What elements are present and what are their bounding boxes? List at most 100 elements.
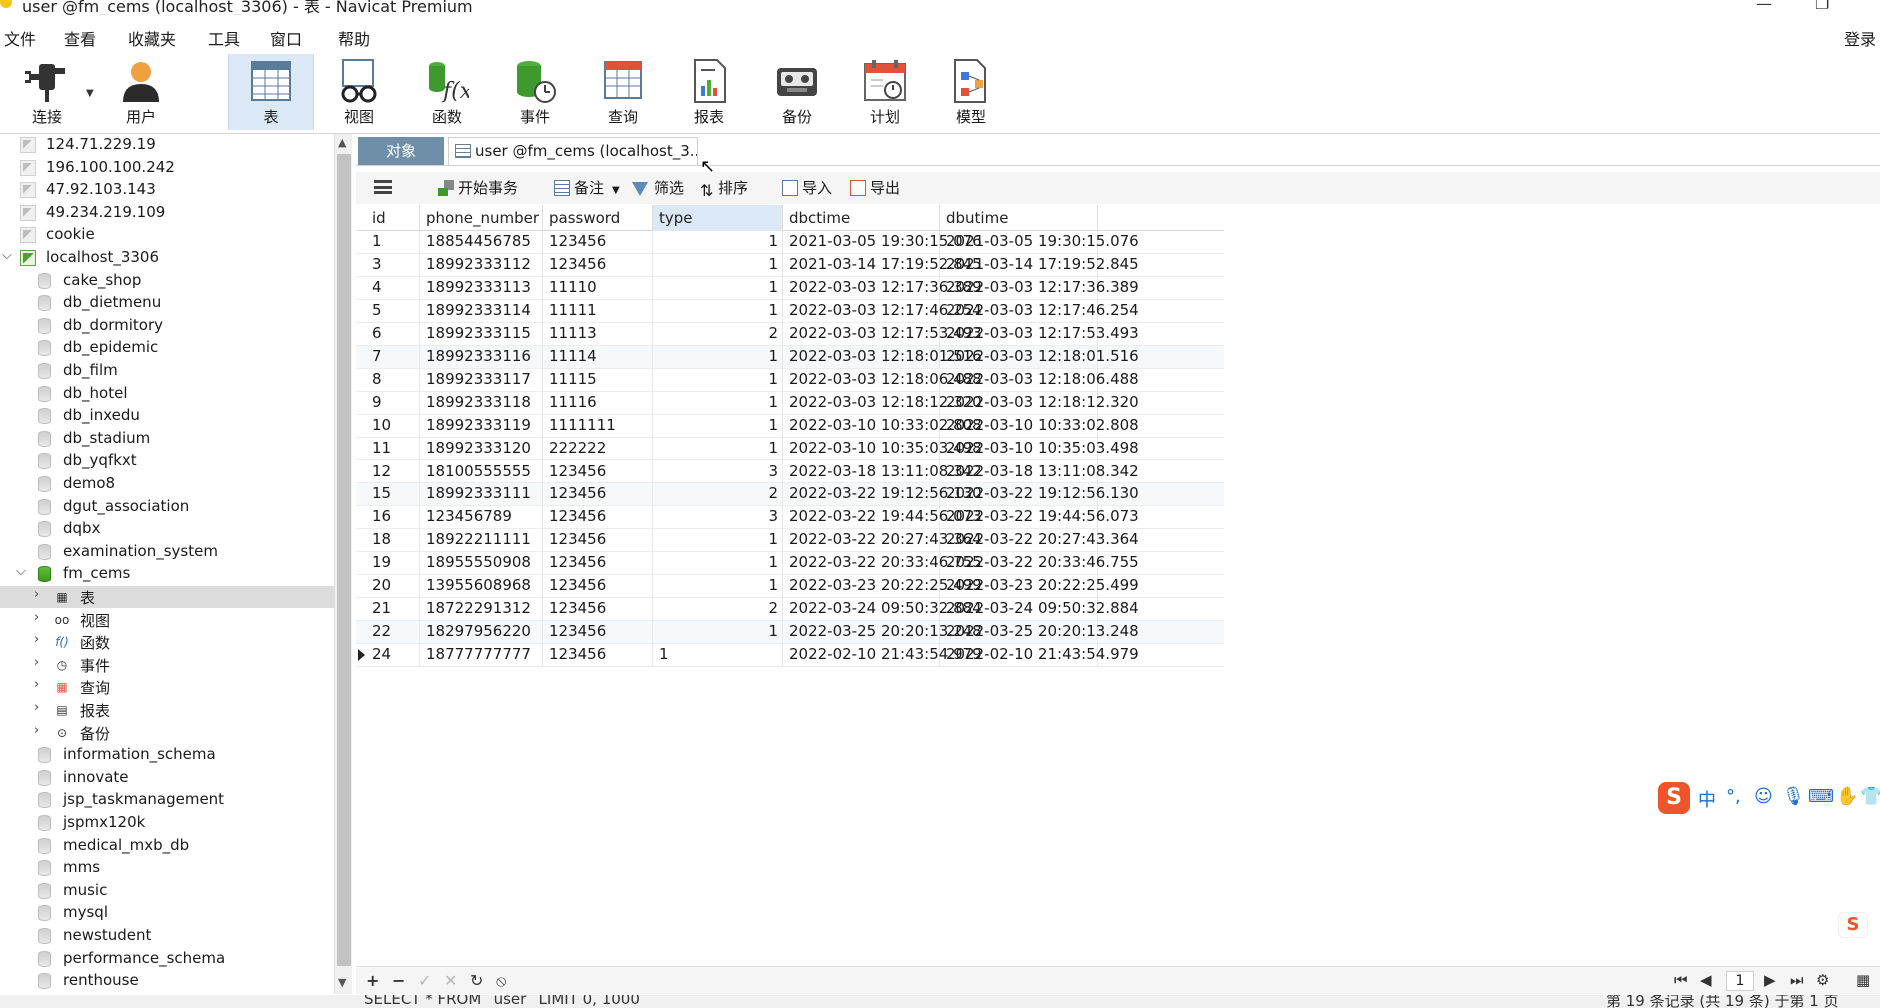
nav-db-innovate[interactable]: innovate <box>0 767 334 789</box>
nav-db-dgut-association[interactable]: dgut_association <box>0 496 334 518</box>
table-row[interactable]: 20 13955608968 123456 1 2022-03-23 20:22:25.… <box>356 575 1224 599</box>
cell-dbutime[interactable]: 2022-03-22 19:12:56.130 <box>940 483 1139 507</box>
cell-phone-number[interactable]: 18100555555 <box>420 460 543 484</box>
toolbar-backup-button[interactable]: 备份 <box>754 54 840 130</box>
cell-type[interactable]: 1 <box>653 345 783 369</box>
cell-id[interactable]: 20 <box>366 575 420 599</box>
cell-password[interactable]: 123456 <box>543 644 653 668</box>
nav-db-dietmenu[interactable]: db_dietmenu <box>0 292 334 314</box>
toolbar-table-button[interactable]: 表 <box>228 54 314 130</box>
cell-dbctime[interactable]: 2022-03-24 09:50:32.884 <box>783 598 982 622</box>
cell-password[interactable]: 11113 <box>543 322 653 346</box>
menu-favorites[interactable]: 收藏夹 <box>128 26 176 50</box>
cell-phone-number[interactable]: 18854456785 <box>420 231 543 254</box>
cell-type[interactable]: 1 <box>653 621 783 645</box>
table-row[interactable]: 22 18297956220 123456 1 2022-03-25 20:20:13.… <box>356 621 1224 645</box>
nav-child-tables[interactable]: › ▦ 表 <box>0 586 334 608</box>
expand-chevron-icon[interactable]: › <box>34 700 39 715</box>
import-button[interactable]: 导入 <box>782 176 832 200</box>
cell-password[interactable]: 11116 <box>543 391 653 415</box>
cell-id[interactable]: 22 <box>366 621 420 645</box>
table-row[interactable]: 5 18992333114 11111 1 2022-03-03 12:17:46.25… <box>356 299 1224 323</box>
cell-dbutime[interactable]: 2022-03-10 10:33:02.808 <box>940 414 1139 438</box>
nav-db-dqbx[interactable]: dqbx <box>0 518 334 540</box>
table-row[interactable]: 21 18722291312 123456 2 2022-03-24 09:50:32.… <box>356 598 1224 622</box>
toolbar-query-button[interactable]: 查询 <box>580 54 666 130</box>
nav-db-mms[interactable]: mms <box>0 857 334 879</box>
menu-help[interactable]: 帮助 <box>338 26 370 50</box>
cell-type[interactable]: 1 <box>653 414 783 438</box>
menu-view[interactable]: 查看 <box>64 26 96 50</box>
cell-id[interactable]: 19 <box>366 552 420 576</box>
cell-phone-number[interactable]: 18992333111 <box>420 483 543 507</box>
table-row[interactable]: 12 18100555555 123456 3 2022-03-18 13:11:08.… <box>356 460 1224 484</box>
cell-password[interactable]: 123456 <box>543 621 653 645</box>
toolbar-connect-button[interactable]: 连接 <box>4 54 90 130</box>
toolbar-user-button[interactable]: 用户 <box>98 54 184 130</box>
menu-hamburger-icon[interactable] <box>374 180 392 194</box>
cell-dbctime[interactable]: 2022-03-03 12:17:36.389 <box>783 276 982 300</box>
cell-type[interactable]: 2 <box>653 322 783 346</box>
cell-password[interactable]: 11111 <box>543 299 653 323</box>
nav-db-demo8[interactable]: demo8 <box>0 473 334 495</box>
cell-dbctime[interactable]: 2022-03-03 12:17:53.493 <box>783 322 982 346</box>
cell-dbctime[interactable]: 2021-03-14 17:19:52.845 <box>783 253 982 277</box>
cell-phone-number[interactable]: 18297956220 <box>420 621 543 645</box>
nav-connection-124-71-229-19[interactable]: 124.71.229.19 <box>0 134 334 156</box>
page-number-input[interactable]: 1 <box>1726 971 1754 991</box>
cell-id[interactable]: 4 <box>366 276 420 300</box>
sort-button[interactable]: ⇅ 排序 <box>700 176 748 200</box>
cell-id[interactable]: 8 <box>366 368 420 392</box>
cell-dbctime[interactable]: 2022-03-22 20:33:46.755 <box>783 552 982 576</box>
delete-record-button[interactable]: − <box>392 971 405 990</box>
nav-db-newstudent[interactable]: newstudent <box>0 925 334 947</box>
toolbar-model-button[interactable]: 模型 <box>928 54 1014 130</box>
apply-changes-button[interactable]: ✓ <box>418 971 431 990</box>
cell-dbctime[interactable]: 2022-03-03 12:18:01.516 <box>783 345 982 369</box>
cell-dbctime[interactable]: 2022-03-25 20:20:13.248 <box>783 621 982 645</box>
cell-phone-number[interactable]: 123456789 <box>420 506 543 530</box>
cell-id[interactable]: 10 <box>366 414 420 438</box>
cell-type[interactable]: 3 <box>653 506 783 530</box>
cell-dbctime[interactable]: 2022-03-03 12:17:46.254 <box>783 299 982 323</box>
cell-type[interactable]: 2 <box>653 598 783 622</box>
discard-changes-button[interactable]: ✕ <box>444 971 457 990</box>
column-header-dbutime[interactable]: dbutime <box>940 205 1098 231</box>
menu-tools[interactable]: 工具 <box>208 26 240 50</box>
next-page-icon[interactable]: ▶ <box>1764 971 1776 989</box>
nav-db-information-schema[interactable]: information_schema <box>0 744 334 766</box>
grid-view-icon[interactable]: ▦ <box>1856 971 1870 989</box>
cell-id[interactable]: 16 <box>366 506 420 530</box>
nav-db-yqfkxt[interactable]: db_yqfkxt <box>0 450 334 472</box>
scroll-down-icon[interactable]: ▼ <box>338 976 346 989</box>
nav-db-jsp-taskmanagement[interactable]: jsp_taskmanagement <box>0 789 334 811</box>
nav-child-queries[interactable]: › ▦ 查询 <box>0 676 334 698</box>
cell-type[interactable]: 1 <box>653 437 783 461</box>
expand-chevron-icon[interactable]: › <box>34 632 39 647</box>
expand-chevron-icon[interactable]: › <box>34 723 39 738</box>
cell-dbutime[interactable]: 2022-03-10 10:35:03.498 <box>940 437 1139 461</box>
nav-db-renthouse[interactable]: renthouse <box>0 970 334 992</box>
table-row[interactable]: 10 18992333119 1111111 1 2022-03-10 10:33:02… <box>356 414 1224 438</box>
tab-objects[interactable]: 对象 <box>358 137 444 165</box>
cell-password[interactable]: 222222 <box>543 437 653 461</box>
minimize-button[interactable]: — <box>1756 0 1772 13</box>
cell-id[interactable]: 21 <box>366 598 420 622</box>
cell-dbctime[interactable]: 2022-03-03 12:18:06.488 <box>783 368 982 392</box>
column-header-dbctime[interactable]: dbctime <box>783 205 940 231</box>
cell-password[interactable]: 123456 <box>543 483 653 507</box>
cell-type[interactable]: 1 <box>653 644 783 668</box>
cell-type[interactable]: 2 <box>653 483 783 507</box>
cell-dbctime[interactable]: 2022-03-22 20:27:43.364 <box>783 529 982 553</box>
nav-db-film[interactable]: db_film <box>0 360 334 382</box>
cell-id[interactable]: 1 <box>366 231 420 254</box>
nav-db-medical-mxb-db[interactable]: medical_mxb_db <box>0 835 334 857</box>
filter-button[interactable]: 筛选 <box>632 176 684 200</box>
cell-dbutime[interactable]: 2022-03-03 12:18:01.516 <box>940 345 1139 369</box>
cell-phone-number[interactable]: 18777777777 <box>420 644 543 668</box>
cell-type[interactable]: 1 <box>653 529 783 553</box>
cell-dbctime[interactable]: 2022-03-23 20:22:25.499 <box>783 575 982 599</box>
cell-type[interactable]: 1 <box>653 231 783 254</box>
tab-user-table[interactable]: user @fm_cems (localhost_3... <box>448 137 698 165</box>
cell-dbutime[interactable]: 2022-03-22 20:27:43.364 <box>940 529 1139 553</box>
